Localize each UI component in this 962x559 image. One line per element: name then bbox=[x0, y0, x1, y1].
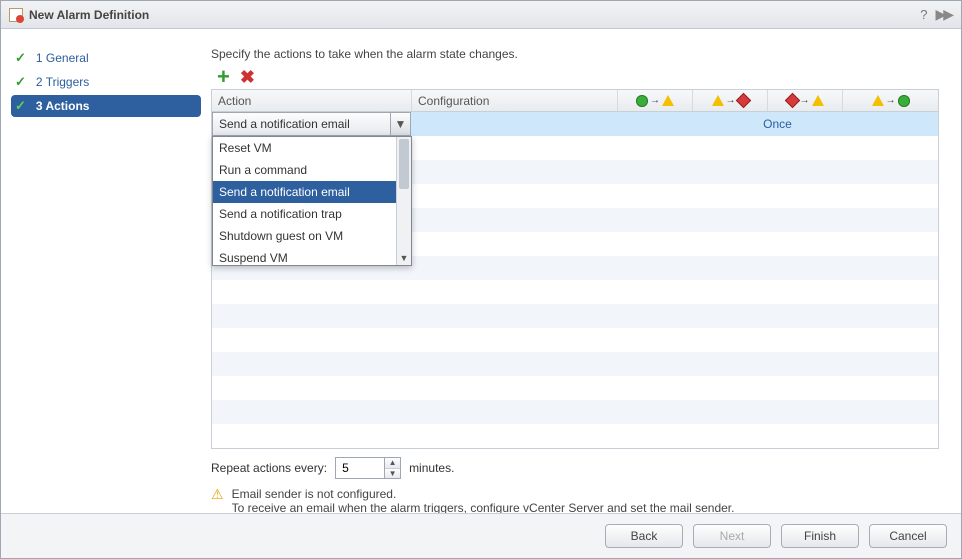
arrow-right-icon: → bbox=[650, 95, 660, 106]
warning-icon: ⚠ bbox=[211, 487, 224, 513]
wizard-step-general[interactable]: ✓ 1 General bbox=[11, 47, 201, 69]
check-icon: ✓ bbox=[15, 98, 26, 114]
alarm-logo-icon bbox=[9, 8, 23, 22]
wizard-step-actions[interactable]: ✓ 3 Actions bbox=[11, 95, 201, 117]
warning-line2: To receive an email when the alarm trigg… bbox=[232, 501, 735, 513]
cancel-button[interactable]: Cancel bbox=[869, 524, 947, 548]
status-warning-icon bbox=[872, 95, 884, 106]
action-option[interactable]: Send a notification trap bbox=[213, 203, 411, 225]
status-warning-icon bbox=[712, 95, 724, 106]
grid-row-empty bbox=[212, 400, 938, 424]
grid-row-empty bbox=[212, 352, 938, 376]
col-yellow-to-red[interactable]: → bbox=[693, 90, 768, 111]
status-warning-icon bbox=[662, 95, 674, 106]
col-green-to-yellow[interactable]: → bbox=[618, 90, 693, 111]
repeat-input[interactable] bbox=[336, 458, 384, 478]
col-red-to-yellow[interactable]: → bbox=[768, 90, 843, 111]
wizard-step-label: 3 Actions bbox=[36, 99, 90, 113]
status-error-icon bbox=[784, 93, 800, 109]
action-dropdown: Reset VM Run a command Send a notificati… bbox=[212, 136, 412, 266]
action-select-value: Send a notification email bbox=[213, 117, 390, 131]
grid-row-selected[interactable]: Send a notification email ▼ Reset VM Run… bbox=[212, 112, 938, 136]
spinner-up-icon[interactable]: ▲ bbox=[385, 458, 400, 469]
arrow-right-icon: → bbox=[800, 95, 810, 106]
grid-row-empty bbox=[212, 280, 938, 304]
warning-line1: Email sender is not configured. bbox=[232, 487, 735, 501]
scroll-down-icon[interactable]: ▼ bbox=[397, 251, 411, 265]
wizard-step-label: 2 Triggers bbox=[36, 75, 89, 89]
dialog-window: New Alarm Definition ? ▶▶ ✓ 1 General ✓ … bbox=[0, 0, 962, 559]
dialog-body: ✓ 1 General ✓ 2 Triggers ✓ 3 Actions Spe… bbox=[1, 29, 961, 513]
col-configuration[interactable]: Configuration bbox=[412, 90, 618, 111]
spinner-down-icon[interactable]: ▼ bbox=[385, 469, 400, 479]
wizard-sidebar: ✓ 1 General ✓ 2 Triggers ✓ 3 Actions bbox=[1, 29, 211, 513]
grid-row-empty bbox=[212, 304, 938, 328]
status-error-icon bbox=[735, 93, 751, 109]
status-ok-icon bbox=[636, 95, 648, 107]
action-option[interactable]: Suspend VM bbox=[213, 247, 411, 265]
repeat-unit: minutes. bbox=[409, 461, 454, 475]
status-warning-icon bbox=[812, 95, 824, 106]
actions-grid: Action Configuration → → → → bbox=[211, 89, 939, 449]
grid-body: Send a notification email ▼ Reset VM Run… bbox=[212, 112, 938, 448]
grid-row-empty bbox=[212, 328, 938, 352]
wizard-step-triggers[interactable]: ✓ 2 Triggers bbox=[11, 71, 201, 93]
warning-block: ⚠ Email sender is not configured. To rec… bbox=[211, 487, 939, 513]
action-select[interactable]: Send a notification email ▼ Reset VM Run… bbox=[212, 112, 411, 136]
col-action[interactable]: Action bbox=[212, 90, 412, 111]
check-icon: ✓ bbox=[15, 74, 26, 90]
config-cell[interactable] bbox=[412, 112, 618, 136]
window-title: New Alarm Definition bbox=[29, 8, 914, 22]
instruction-text: Specify the actions to take when the ala… bbox=[211, 47, 939, 61]
scroll-thumb[interactable] bbox=[399, 139, 409, 189]
repeat-row: Repeat actions every: ▲ ▼ minutes. bbox=[211, 457, 939, 479]
dropdown-arrow-icon[interactable]: ▼ bbox=[390, 113, 410, 135]
check-icon: ✓ bbox=[15, 50, 26, 66]
finish-button[interactable]: Finish bbox=[781, 524, 859, 548]
action-option-selected[interactable]: Send a notification email bbox=[213, 181, 411, 203]
arrow-right-icon: → bbox=[726, 95, 736, 106]
grid-row-empty bbox=[212, 376, 938, 400]
repeat-label: Repeat actions every: bbox=[211, 461, 327, 475]
status-ok-icon bbox=[898, 95, 910, 107]
wizard-step-label: 1 General bbox=[36, 51, 89, 65]
arrow-right-icon: → bbox=[886, 95, 896, 106]
action-option[interactable]: Shutdown guest on VM bbox=[213, 225, 411, 247]
dropdown-scrollbar[interactable]: ▲ ▼ bbox=[396, 137, 411, 265]
action-option[interactable]: Run a command bbox=[213, 159, 411, 181]
repeat-spinner[interactable]: ▲ ▼ bbox=[335, 457, 401, 479]
delete-icon[interactable]: ✖ bbox=[240, 69, 255, 85]
col-yellow-to-green[interactable]: → bbox=[843, 90, 938, 111]
title-bar: New Alarm Definition ? ▶▶ bbox=[1, 1, 961, 29]
next-button: Next bbox=[693, 524, 771, 548]
grid-row-empty bbox=[212, 424, 938, 448]
grid-header: Action Configuration → → → → bbox=[212, 90, 938, 112]
dialog-footer: Back Next Finish Cancel bbox=[1, 513, 961, 558]
step-content: Specify the actions to take when the ala… bbox=[211, 29, 961, 513]
frequency-cell[interactable]: Once bbox=[618, 112, 938, 136]
add-icon[interactable]: + bbox=[217, 69, 230, 85]
back-button[interactable]: Back bbox=[605, 524, 683, 548]
actions-toolbar: + ✖ bbox=[211, 69, 939, 85]
action-option[interactable]: Reset VM bbox=[213, 137, 411, 159]
expand-icon[interactable]: ▶▶ bbox=[933, 6, 953, 23]
help-icon[interactable]: ? bbox=[914, 7, 933, 22]
